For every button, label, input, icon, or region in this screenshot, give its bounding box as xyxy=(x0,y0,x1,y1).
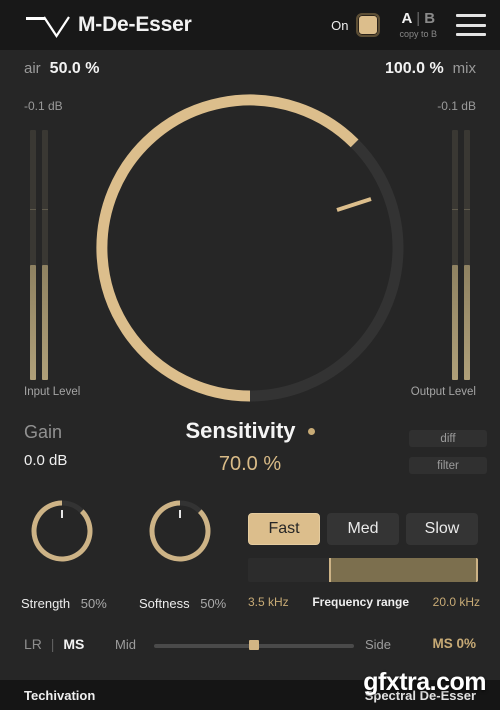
mix-parameter[interactable]: 100.0 % mix xyxy=(385,60,476,78)
output-level-meter xyxy=(452,130,470,380)
brand-logo: M-De-Esser xyxy=(26,12,192,38)
app-footer: Techivation Spectral De-Esser xyxy=(0,680,500,710)
mix-label: mix xyxy=(452,60,476,77)
air-parameter[interactable]: air 50.0 % xyxy=(24,60,99,78)
menu-line-3 xyxy=(456,33,486,36)
preset-slot-b[interactable]: B xyxy=(424,11,435,26)
copy-to-b-button[interactable]: copy to B xyxy=(399,30,437,39)
frequency-range-labels: 3.5 kHz Frequency range 20.0 kHz xyxy=(248,595,480,609)
top-parameter-row: air 50.0 % 100.0 % mix xyxy=(0,60,500,88)
diff-button[interactable]: diff xyxy=(409,430,487,447)
page-title: M-De-Esser xyxy=(78,13,192,36)
menu-line-1 xyxy=(456,14,486,17)
input-peak-l xyxy=(30,209,36,210)
speed-option-fast[interactable]: Fast xyxy=(248,513,320,545)
header-controls: On A | B copy to B xyxy=(331,0,486,50)
ab-separator: | xyxy=(416,10,421,27)
mid-label: Mid xyxy=(115,637,136,652)
softness-label: Softness xyxy=(139,596,190,611)
input-level-label: Input Level xyxy=(24,386,81,398)
stereo-mode-row: LR | MS Mid Side MS 0% xyxy=(0,633,500,659)
stereo-mode-ms[interactable]: MS xyxy=(63,636,84,652)
output-level-label: Output Level xyxy=(410,386,476,398)
sensitivity-title: Sensitivity xyxy=(185,418,296,443)
frequency-range-label: Frequency range xyxy=(312,595,410,609)
power-label: On xyxy=(331,17,349,33)
filter-button[interactable]: filter xyxy=(409,457,487,474)
softness-ring-track xyxy=(179,500,211,562)
sensitivity-ring-fill xyxy=(96,94,359,402)
side-label: Side xyxy=(365,637,392,652)
air-label: air xyxy=(24,60,41,77)
sensitivity-indicator-tick xyxy=(336,197,372,212)
frequency-range-fill[interactable] xyxy=(328,558,478,582)
power-toggle[interactable] xyxy=(356,13,381,37)
input-meter-channel-l xyxy=(30,130,36,380)
logo-v-shape xyxy=(43,16,70,38)
speed-option-med[interactable]: Med xyxy=(327,513,399,545)
stereo-mode-lr[interactable]: LR xyxy=(24,636,42,652)
speed-option-slow[interactable]: Slow xyxy=(406,513,478,545)
stereo-mode-toggle: LR | MS xyxy=(24,636,84,652)
sensitivity-knob[interactable] xyxy=(88,86,412,410)
strength-value: 50% xyxy=(80,596,107,611)
sensitivity-indicator-dot xyxy=(307,427,315,435)
sensitivity-ring-track xyxy=(249,94,404,402)
mid-side-slider[interactable] xyxy=(154,640,354,650)
softness-value: 50% xyxy=(200,596,227,611)
vendor-name: Techivation xyxy=(24,687,96,703)
frequency-low-value: 3.5 kHz xyxy=(248,595,289,609)
mid-side-value: MS 0% xyxy=(432,636,476,651)
output-peak-r xyxy=(464,209,470,210)
air-value: 50.0 % xyxy=(49,60,100,77)
output-db-readout: -0.1 dB xyxy=(437,99,476,113)
strength-label: Strength xyxy=(21,596,71,611)
preset-slot-a[interactable]: A xyxy=(401,11,412,26)
frequency-high-value: 20.0 kHz xyxy=(432,595,480,609)
strength-ring-track xyxy=(61,500,93,562)
stereo-mode-separator: | xyxy=(50,636,55,652)
mid-side-slider-handle[interactable] xyxy=(249,640,259,650)
softness-readout: Softness 50% xyxy=(139,596,226,611)
output-meter-channel-r xyxy=(464,130,470,380)
app-header: M-De-Esser On A | B copy to B xyxy=(0,0,500,50)
softness-knob[interactable] xyxy=(148,499,212,563)
input-meter-channel-r xyxy=(42,130,48,380)
output-peak-l xyxy=(452,209,458,210)
input-peak-r xyxy=(42,209,48,210)
hamburger-menu-icon[interactable] xyxy=(456,14,486,36)
speed-mode-group: Fast Med Slow xyxy=(248,513,478,545)
input-level-meter xyxy=(30,130,48,380)
input-db-readout: -0.1 dB xyxy=(24,99,63,113)
sensitivity-value[interactable]: 70.0 % xyxy=(219,453,281,476)
strength-readout: Strength 50% xyxy=(21,596,107,611)
techivation-logo-icon xyxy=(26,12,70,38)
plugin-type-label: Spectral De-Esser xyxy=(364,687,476,703)
mix-value: 100.0 % xyxy=(384,60,444,77)
ab-compare-group: A | B copy to B xyxy=(399,11,437,39)
output-meter-channel-l xyxy=(452,130,458,380)
frequency-range-slider[interactable] xyxy=(248,558,478,582)
menu-line-2 xyxy=(456,23,486,27)
strength-knob[interactable] xyxy=(30,499,94,563)
